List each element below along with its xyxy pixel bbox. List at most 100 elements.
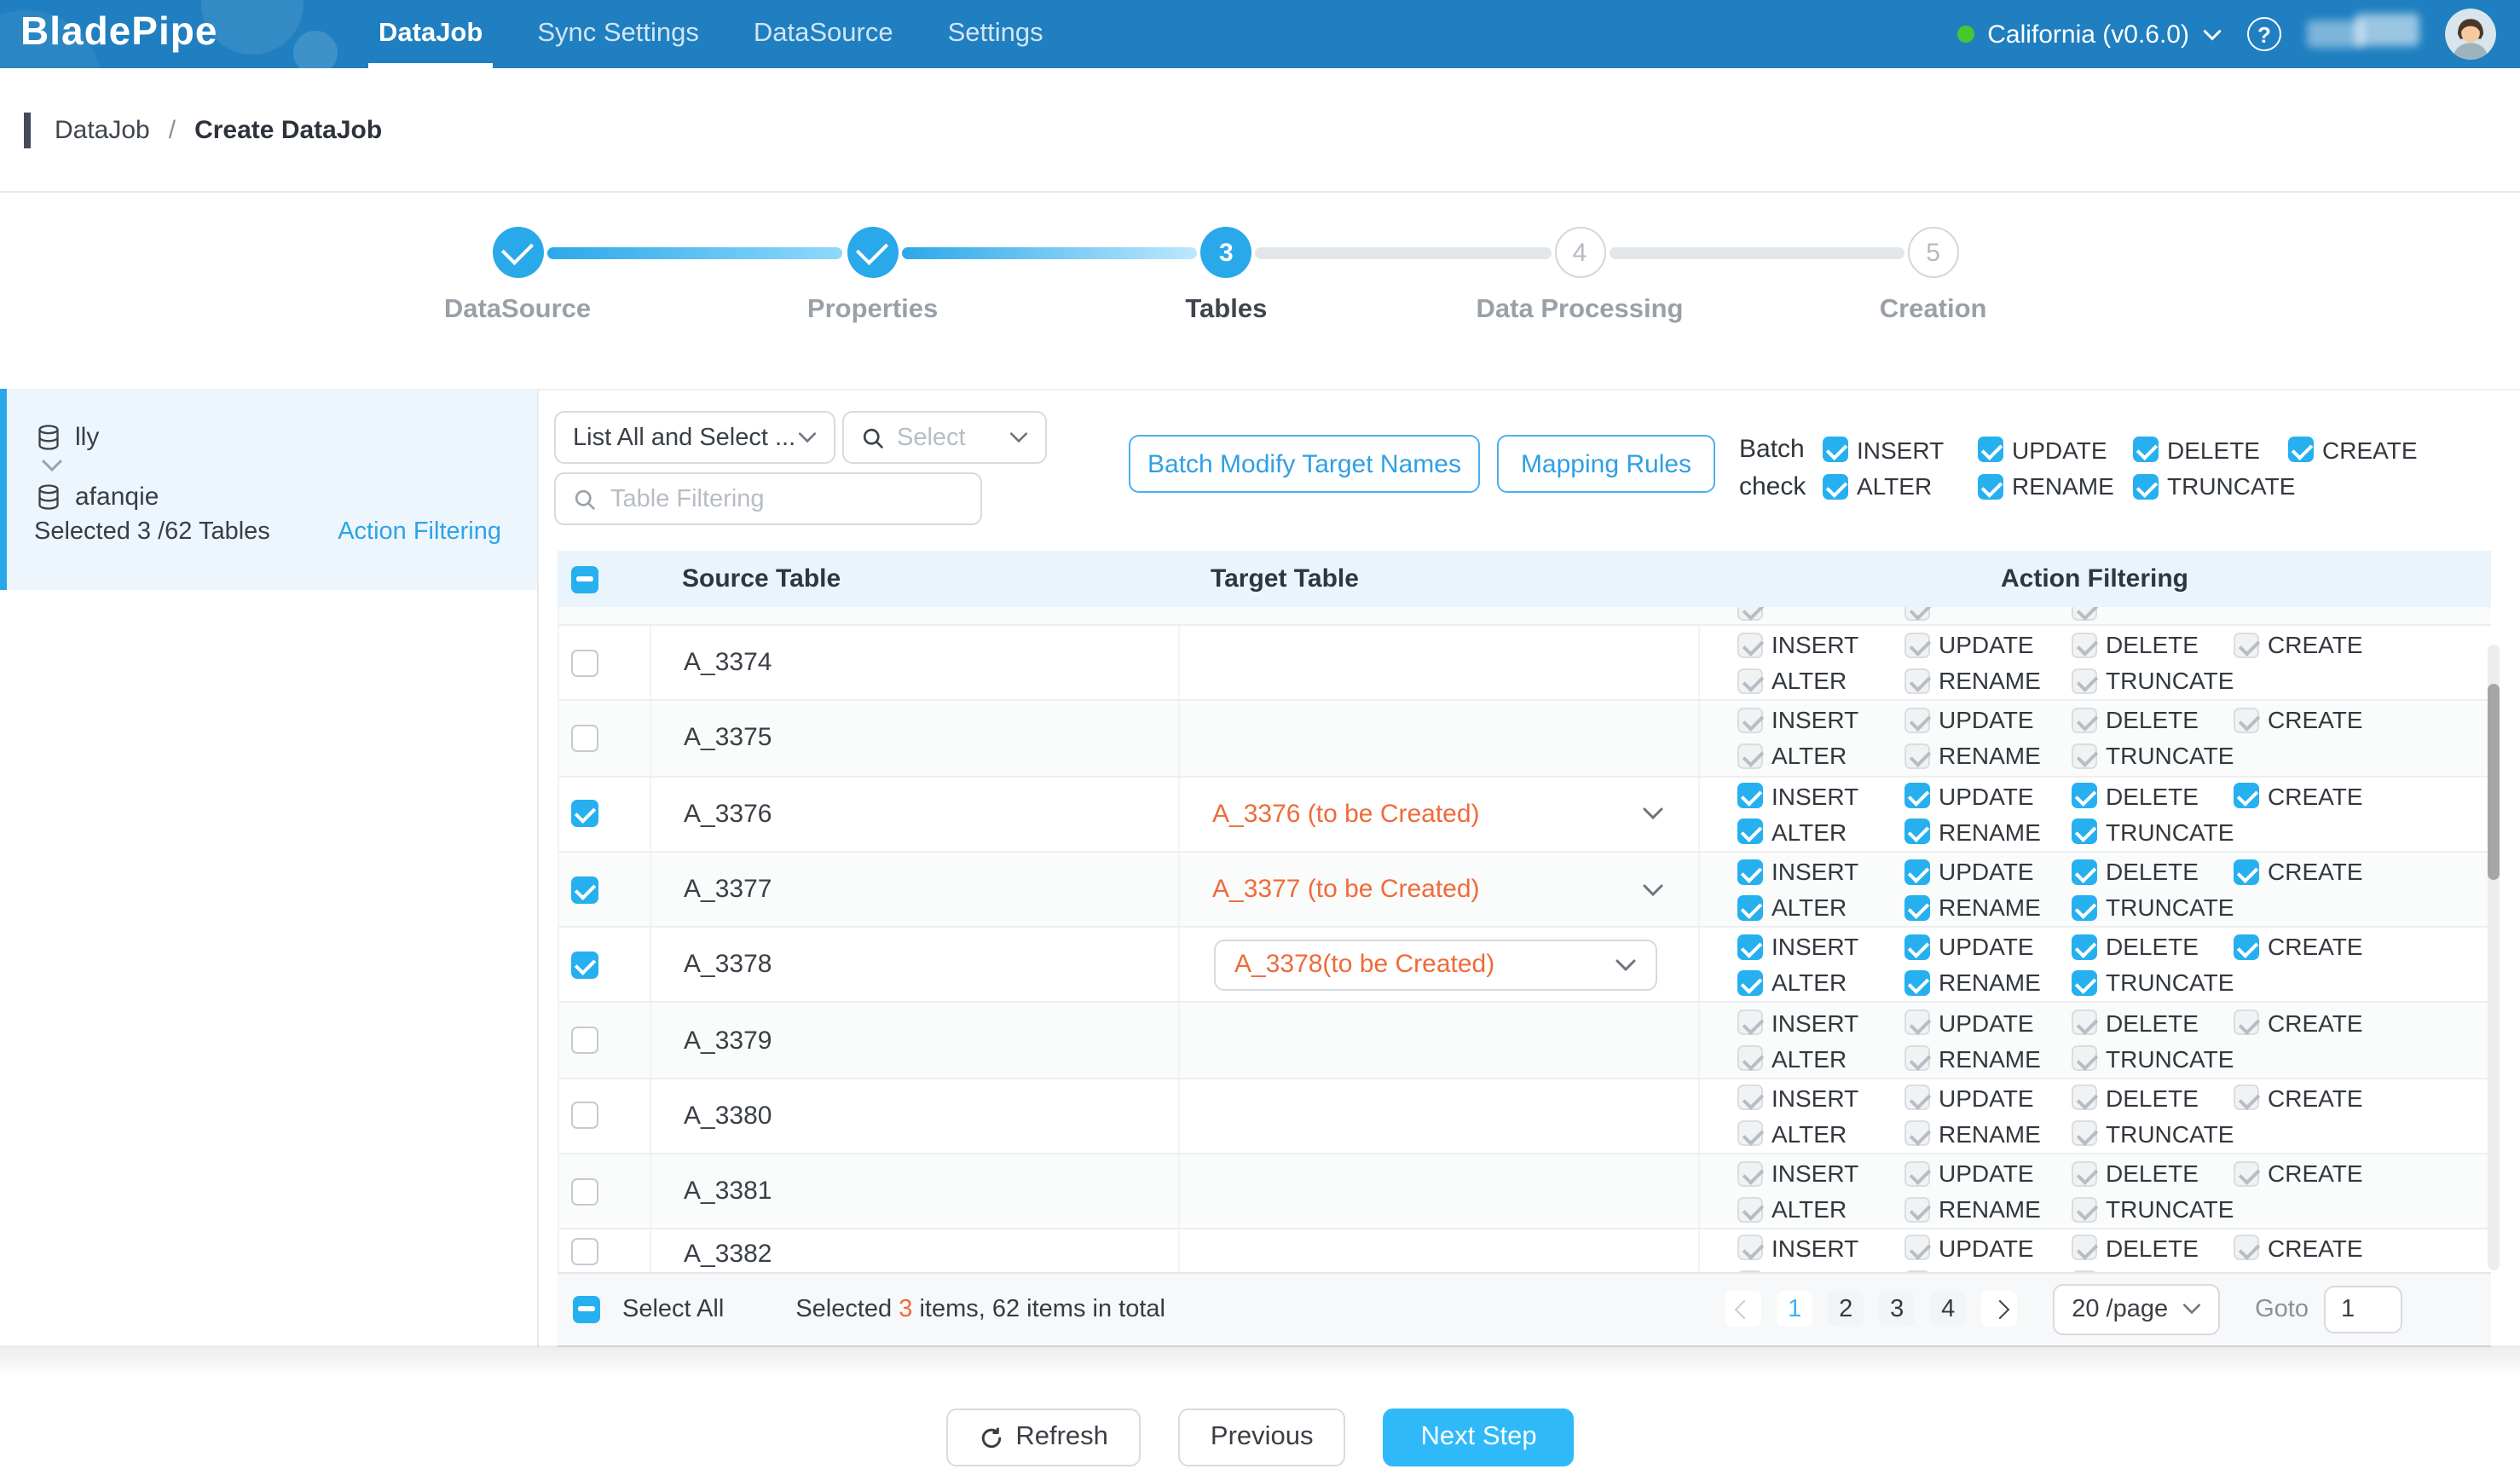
action-filter-line: INSERTUPDATEDELETECREATE — [1737, 859, 2491, 884]
next-page-button[interactable] — [1981, 1292, 2017, 1328]
step-tables-circle[interactable]: 3 — [1200, 227, 1251, 278]
row-checkbox[interactable] — [571, 1239, 598, 1266]
row-checkbox[interactable] — [571, 725, 598, 752]
username-blurred[interactable] — [2307, 14, 2419, 55]
goto-page-input[interactable] — [2324, 1286, 2402, 1333]
delete-checkbox[interactable] — [2133, 437, 2159, 462]
create-checkbox[interactable] — [2288, 437, 2314, 462]
select-all-checkbox[interactable] — [571, 565, 598, 593]
rename-checkbox[interactable] — [1904, 894, 1930, 920]
create-checkbox[interactable] — [2234, 934, 2259, 960]
create-checkbox[interactable] — [2234, 859, 2259, 884]
truncate-checkbox[interactable] — [2072, 818, 2097, 844]
alter-checkbox[interactable] — [1737, 970, 1763, 996]
chevron-down-icon[interactable] — [1642, 807, 1664, 820]
row-checkbox[interactable] — [571, 1027, 598, 1054]
nav-item-datasource[interactable]: DataSource — [726, 0, 921, 68]
action-label: ALTER — [1857, 472, 1932, 500]
table-search-select[interactable]: Select — [842, 411, 1047, 464]
row-checkbox[interactable] — [571, 1102, 598, 1130]
nav-item-datajob[interactable]: DataJob — [351, 0, 510, 68]
mapping-rules-button[interactable]: Mapping Rules — [1497, 435, 1715, 493]
insert-checkbox[interactable] — [1737, 859, 1763, 884]
target-table-select[interactable]: A_3378(to be Created) — [1214, 940, 1657, 991]
truncate-checkbox[interactable] — [2072, 894, 2097, 920]
row-checkbox[interactable] — [571, 952, 598, 979]
nav-item-settings[interactable]: Settings — [921, 0, 1071, 68]
update-checkbox[interactable] — [1904, 859, 1930, 884]
page-button-1[interactable]: 1 — [1777, 1292, 1812, 1328]
action-filter-option: RENAME — [1904, 894, 2072, 921]
chevron-down-icon[interactable] — [1642, 882, 1664, 896]
target-cell — [1178, 702, 1698, 776]
action-label: INSERT — [1772, 782, 1858, 809]
help-icon[interactable]: ? — [2247, 17, 2281, 51]
page-button-3[interactable]: 3 — [1879, 1292, 1915, 1328]
step-properties-circle[interactable] — [847, 227, 899, 278]
action-filter-option: RENAME — [1904, 1195, 2072, 1223]
truncate-checkbox[interactable] — [2133, 473, 2159, 499]
update-checkbox[interactable] — [1978, 437, 2003, 462]
insert-checkbox[interactable] — [1737, 934, 1763, 960]
target-cell[interactable]: A_3377 (to be Created) — [1178, 853, 1698, 927]
alter-checkbox[interactable] — [1737, 894, 1763, 920]
table-filter-input[interactable] — [610, 485, 963, 512]
scrollbar-thumb[interactable] — [2488, 684, 2500, 880]
update-checkbox[interactable] — [1904, 783, 1930, 808]
row-checkbox[interactable] — [571, 800, 598, 827]
rename-checkbox[interactable] — [1904, 970, 1930, 996]
delete-checkbox[interactable] — [2072, 783, 2097, 808]
avatar[interactable] — [2445, 9, 2496, 60]
nav-item-sync-settings[interactable]: Sync Settings — [510, 0, 726, 68]
alter-checkbox[interactable] — [1737, 818, 1763, 844]
vertical-scrollbar[interactable] — [2488, 645, 2500, 1270]
action-filter-line: ALTERRENAMETRUNCATE — [1737, 743, 2491, 769]
insert-checkbox[interactable] — [1737, 783, 1763, 808]
page-size-select[interactable]: 20 /page — [2053, 1284, 2219, 1335]
table-row: A_3377 A_3377 (to be Created) INSERTUPDA… — [558, 853, 2491, 928]
select-all-label[interactable]: Select All — [622, 1296, 724, 1323]
schema-pair-item[interactable]: lly afanqie Selected 3 /62 Tables Action… — [0, 389, 537, 590]
action-filter-option: UPDATE — [1904, 631, 2072, 658]
breadcrumb-root[interactable]: DataJob — [55, 115, 150, 144]
create-checkbox[interactable] — [2234, 783, 2259, 808]
delete-checkbox[interactable] — [2072, 934, 2097, 960]
alter-checkbox[interactable] — [1823, 473, 1848, 499]
check-icon — [857, 233, 889, 265]
insert-checkbox[interactable] — [1823, 437, 1848, 462]
action-label: CREATE — [2268, 1009, 2363, 1036]
step-data-processing-circle[interactable]: 4 — [1554, 227, 1605, 278]
delete-checkbox[interactable] — [2072, 859, 2097, 884]
selected-count-number: 3 — [899, 1296, 912, 1323]
rename-checkbox[interactable] — [1904, 818, 1930, 844]
list-mode-select[interactable]: List All and Select ... — [554, 411, 835, 464]
wizard-stepper: 3 4 5 DataSource Properties Tables Data … — [0, 193, 2520, 390]
row-checkbox[interactable] — [571, 1177, 598, 1205]
refresh-button[interactable]: Refresh — [945, 1408, 1141, 1466]
action-label: DELETE — [2106, 631, 2199, 658]
truncate-checkbox[interactable] — [2072, 970, 2097, 996]
prev-page-button[interactable] — [1725, 1292, 1761, 1328]
action-filter-option: ALTER — [1737, 1044, 1904, 1072]
action-filter-option: CREATE — [2234, 1235, 2363, 1262]
batch-modify-target-names-button[interactable]: Batch Modify Target Names — [1129, 435, 1480, 493]
rename-checkbox — [1904, 743, 1930, 769]
step-creation-circle[interactable]: 5 — [1908, 227, 1959, 278]
rename-checkbox[interactable] — [1978, 473, 2003, 499]
page-button-4[interactable]: 4 — [1930, 1292, 1966, 1328]
update-checkbox[interactable] — [1904, 934, 1930, 960]
action-filtering-link[interactable]: Action Filtering — [338, 518, 501, 546]
row-checkbox[interactable] — [571, 649, 598, 676]
alter-checkbox — [1737, 743, 1763, 769]
previous-button[interactable]: Previous — [1178, 1408, 1346, 1466]
environment-selector[interactable]: California (v0.6.0) — [1956, 20, 2222, 49]
bladepipe-logo[interactable]: BladePipe — [20, 9, 217, 55]
page-button-2[interactable]: 2 — [1828, 1292, 1864, 1328]
action-filter-line: INSERTUPDATEDELETECREATE — [1737, 1085, 2491, 1111]
target-cell[interactable]: A_3376 (to be Created) — [1178, 777, 1698, 851]
next-step-button[interactable]: Next Step — [1384, 1408, 1575, 1466]
action-label: DELETE — [2106, 1235, 2199, 1262]
select-all-footer-checkbox[interactable] — [573, 1296, 600, 1323]
row-checkbox[interactable] — [571, 876, 598, 903]
step-datasource-circle[interactable] — [492, 227, 543, 278]
